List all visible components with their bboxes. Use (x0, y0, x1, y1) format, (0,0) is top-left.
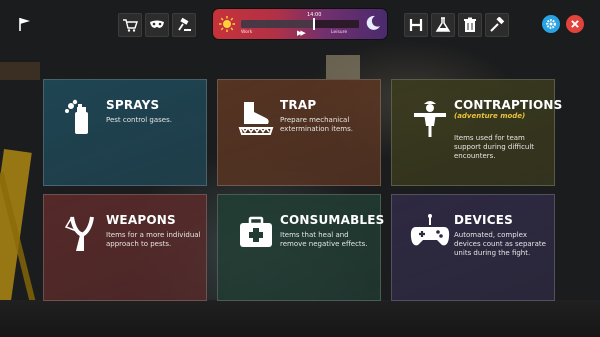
spray-can-icon (62, 98, 102, 138)
flask-icon[interactable] (431, 13, 455, 37)
gavel-icon[interactable] (172, 13, 196, 37)
scarecrow-icon (410, 98, 450, 138)
category-description: Automated, complex devices count as sepa… (454, 231, 546, 257)
hammer-icon[interactable] (485, 13, 509, 37)
settings-button[interactable] (542, 15, 560, 33)
category-description: Prepare mechanical extermination items. (280, 116, 353, 133)
category-description: Items that heal and remove negative effe… (280, 231, 368, 248)
category-title: WEAPONS (106, 213, 176, 227)
category-description: Items for a more individual approach to … (106, 231, 201, 248)
category-description: Items used for team support during diffi… (454, 134, 535, 160)
category-subtitle: (adventure mode) (454, 112, 526, 120)
trash-icon[interactable] (458, 13, 482, 37)
category-title: CONSUMABLES (280, 213, 385, 227)
category-card-consumables[interactable]: CONSUMABLES Items that heal and remove ne… (217, 194, 384, 301)
work-label: Work (241, 30, 253, 35)
category-title: CONTRAPTIONS (454, 98, 563, 112)
flag-icon[interactable] (14, 13, 36, 35)
moon-icon (366, 15, 380, 30)
category-title: TRAP (280, 98, 317, 112)
category-description: Pest control gases. (106, 116, 172, 124)
leisure-label: Leisure (331, 30, 348, 35)
mask-icon[interactable] (145, 13, 169, 37)
medkit-icon (236, 213, 276, 253)
boot-trap-icon (236, 98, 276, 138)
category-card-weapons[interactable]: WEAPONS Items for a more individual appro… (43, 194, 207, 301)
day-cycle-bar: 14:00 Work Leisure ▶▶ (213, 9, 387, 39)
category-card-sprays[interactable]: SPRAYS Pest control gases. (43, 79, 207, 186)
gear-icon (546, 19, 556, 29)
category-card-trap[interactable]: TRAP Prepare mechanical extermination ite… (217, 79, 381, 186)
time-marker (313, 18, 315, 30)
category-title: SPRAYS (106, 98, 160, 112)
h-icon[interactable] (404, 13, 428, 37)
category-card-devices[interactable]: DEVICES Automated, complex devices count … (391, 194, 555, 301)
background-poster (326, 55, 360, 79)
time-track (241, 20, 359, 28)
shop-cart-icon[interactable] (118, 13, 142, 37)
category-title: DEVICES (454, 213, 513, 227)
gamepad-icon (410, 213, 450, 253)
category-card-contraptions[interactable]: CONTRAPTIONS (adventure mode) Items used f… (391, 79, 562, 186)
background-shelf (0, 62, 40, 80)
close-button[interactable] (566, 15, 584, 33)
time-label: 14:00 (307, 12, 322, 18)
sun-icon (219, 16, 235, 32)
background-floor (0, 300, 600, 337)
slingshot-icon (62, 213, 102, 253)
fast-forward-button[interactable]: ▶▶ (297, 29, 306, 37)
close-icon (571, 20, 579, 28)
